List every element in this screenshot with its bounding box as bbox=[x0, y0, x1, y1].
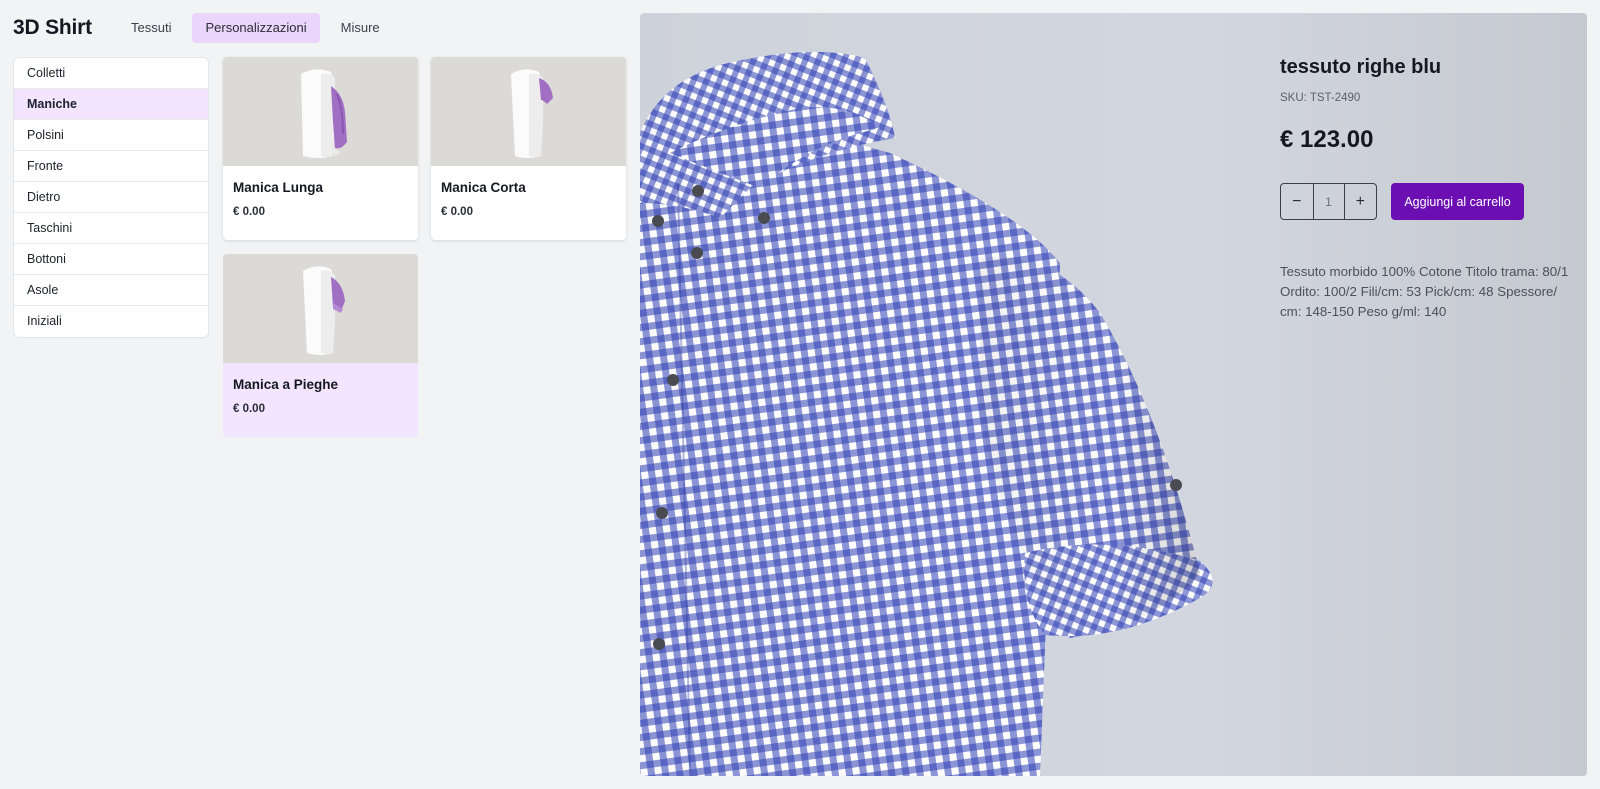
product-description: Tessuto morbido 100% Cotone Titolo trama… bbox=[1280, 264, 1569, 319]
sidebar-item-polsini[interactable]: Polsini bbox=[14, 120, 208, 151]
short-sleeve-shirt-icon bbox=[510, 68, 553, 158]
top-tabs: Tessuti Personalizzazioni Misure bbox=[118, 13, 393, 43]
sidebar-item-bottoni[interactable]: Bottoni bbox=[14, 244, 208, 275]
option-name: Manica Corta bbox=[441, 180, 526, 195]
option-thumbnail bbox=[223, 57, 418, 166]
option-card-manica-corta[interactable]: Manica Corta € 0.00 bbox=[431, 57, 626, 240]
sidebar-item-taschini[interactable]: Taschini bbox=[14, 213, 208, 244]
shirt-3d-viewer[interactable] bbox=[640, 13, 1587, 776]
sidebar-item-dietro[interactable]: Dietro bbox=[14, 182, 208, 213]
product-title: tessuto righe blu bbox=[1280, 56, 1442, 78]
quantity-input[interactable] bbox=[1312, 184, 1345, 219]
customization-category-list: Colletti Maniche Polsini Fronte Dietro T… bbox=[13, 57, 209, 338]
tab-misure[interactable]: Misure bbox=[328, 13, 393, 43]
shirt-render bbox=[640, 13, 1587, 776]
long-sleeve-shirt-icon bbox=[300, 68, 347, 158]
option-card-manica-a-pieghe[interactable]: Manica a Pieghe € 0.00 bbox=[223, 254, 418, 437]
sidebar-item-colletti[interactable]: Colletti bbox=[14, 58, 208, 89]
app-logo-title: 3D Shirt bbox=[13, 16, 92, 39]
option-thumbnail bbox=[223, 254, 418, 363]
product-sku: SKU: TST-2490 bbox=[1280, 92, 1361, 104]
add-to-cart-button[interactable]: Aggiungi al carrello bbox=[1391, 183, 1524, 220]
sidebar-item-fronte[interactable]: Fronte bbox=[14, 151, 208, 182]
option-thumbnail bbox=[431, 57, 626, 166]
option-price: € 0.00 bbox=[441, 206, 473, 218]
rolled-sleeve-shirt-icon bbox=[302, 265, 345, 355]
sidebar-item-iniziali[interactable]: Iniziali bbox=[14, 306, 208, 337]
tab-tessuti[interactable]: Tessuti bbox=[118, 13, 184, 43]
minus-icon: − bbox=[1292, 192, 1302, 210]
product-price: € 123.00 bbox=[1280, 126, 1374, 153]
quantity-stepper: − + bbox=[1280, 183, 1377, 220]
sidebar-item-maniche[interactable]: Maniche bbox=[14, 89, 208, 120]
decrease-quantity-button[interactable]: − bbox=[1281, 184, 1313, 219]
increase-quantity-button[interactable]: + bbox=[1345, 184, 1377, 219]
option-card-manica-lunga[interactable]: Manica Lunga € 0.00 bbox=[223, 57, 418, 240]
plus-icon: + bbox=[1355, 192, 1365, 210]
tab-personalizzazioni[interactable]: Personalizzazioni bbox=[192, 13, 320, 43]
option-name: Manica a Pieghe bbox=[233, 377, 339, 392]
option-price: € 0.00 bbox=[233, 206, 265, 218]
sidebar-item-asole[interactable]: Asole bbox=[14, 275, 208, 306]
option-price: € 0.00 bbox=[233, 403, 265, 415]
option-name: Manica Lunga bbox=[233, 180, 324, 195]
